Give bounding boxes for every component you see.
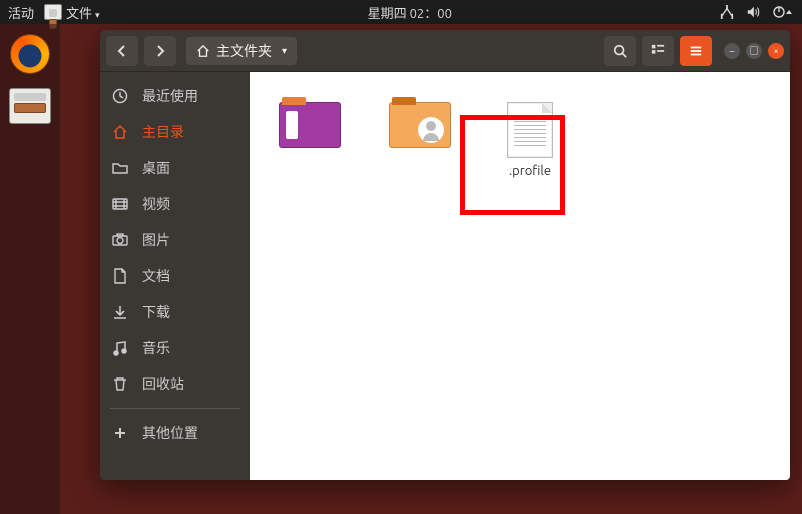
folder-purple-icon [279,102,341,148]
window-controls: – □ × [724,43,784,59]
network-icon[interactable] [720,5,734,19]
files-window: 主文件夹 ▾ – □ × 最近使用 [100,30,790,480]
places-sidebar: 最近使用 主目录 桌面 视频 [100,72,250,480]
avatar-icon [418,117,444,143]
sidebar-item-pictures[interactable]: 图片 [100,222,250,258]
sidebar-label: 最近使用 [142,86,198,106]
folder-item-0[interactable] [270,102,350,154]
text-file-icon [507,102,553,158]
hamburger-menu-button[interactable] [680,36,712,66]
sidebar-item-downloads[interactable]: 下载 [100,294,250,330]
path-label: 主文件夹 [216,41,272,61]
sidebar-item-videos[interactable]: 视频 [100,186,250,222]
minimize-button[interactable]: – [724,43,740,59]
sidebar-label: 下载 [142,302,170,322]
plus-icon [112,425,130,441]
home-icon [112,124,130,140]
sidebar-label: 主目录 [142,122,184,142]
maximize-button[interactable]: □ [746,43,762,59]
app-menu[interactable]: 文件 [44,3,100,22]
sidebar-label: 其他位置 [142,423,198,443]
search-button[interactable] [604,36,636,66]
sidebar-label: 桌面 [142,158,170,178]
activities-label[interactable]: 活动 [8,3,34,22]
clock-icon [112,88,130,104]
sidebar-item-desktop[interactable]: 桌面 [100,150,250,186]
sidebar-label: 文档 [142,266,170,286]
music-icon [112,340,130,356]
sidebar-item-trash[interactable]: 回收站 [100,366,250,402]
video-icon [112,196,130,212]
sidebar-label: 回收站 [142,374,184,394]
document-icon [112,268,130,284]
power-menu-icon[interactable] [772,5,794,19]
path-bar[interactable]: 主文件夹 ▾ [186,37,598,65]
window-body: 最近使用 主目录 桌面 视频 [100,72,790,480]
sidebar-item-documents[interactable]: 文档 [100,258,250,294]
folder-icon [112,160,130,176]
firefox-icon [10,34,50,74]
sidebar-label: 视频 [142,194,170,214]
home-icon [196,44,210,58]
file-view[interactable]: .profile [250,72,790,480]
sidebar-separator [110,408,240,409]
launcher-firefox[interactable] [8,32,52,76]
download-icon [112,304,130,320]
volume-icon[interactable] [746,5,760,19]
files-icon [9,88,51,124]
close-button[interactable]: × [768,43,784,59]
file-label: .profile [509,164,551,178]
sidebar-item-home[interactable]: 主目录 [100,114,250,150]
launcher-files[interactable] [8,84,52,128]
sidebar-item-music[interactable]: 音乐 [100,330,250,366]
path-segment-home[interactable]: 主文件夹 ▾ [186,37,297,65]
launcher-dock [0,24,60,514]
view-grid-button[interactable] [642,36,674,66]
folder-item-1[interactable] [380,102,460,154]
sidebar-item-recent[interactable]: 最近使用 [100,78,250,114]
window-titlebar: 主文件夹 ▾ – □ × [100,30,790,72]
app-menu-label: 文件 [66,3,100,22]
trash-icon [112,376,130,392]
nav-back-button[interactable] [106,36,138,66]
nav-forward-button[interactable] [144,36,176,66]
gnome-topbar: 活动 文件 星期四 02：00 [0,0,802,24]
chevron-down-icon: ▾ [282,45,287,57]
sidebar-item-other[interactable]: 其他位置 [100,415,250,451]
clock-label[interactable]: 星期四 02：00 [100,3,720,22]
sidebar-label: 图片 [142,230,170,250]
files-app-icon [44,4,62,20]
folder-orange-icon [389,102,451,148]
file-item-profile[interactable]: .profile [490,102,570,178]
sidebar-label: 音乐 [142,338,170,358]
camera-icon [112,232,130,248]
